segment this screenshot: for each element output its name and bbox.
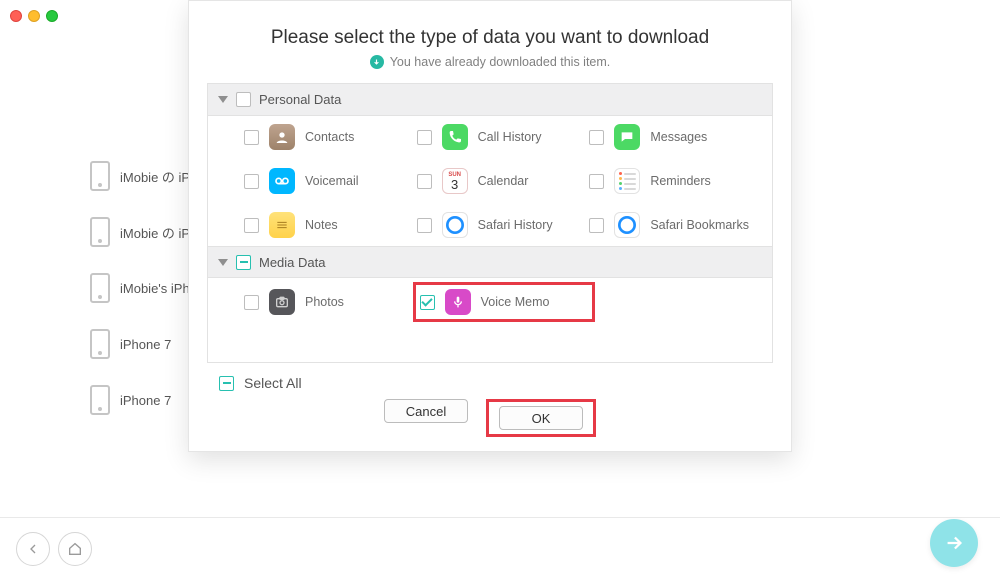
item-label: Safari Bookmarks bbox=[650, 218, 749, 232]
data-type-modal: Please select the type of data you want … bbox=[188, 0, 792, 452]
bottom-toolbar bbox=[0, 517, 1000, 581]
phone-icon bbox=[442, 124, 468, 150]
item-reminders[interactable]: Reminders bbox=[589, 168, 762, 194]
iphone-icon bbox=[90, 273, 110, 303]
checkbox-safari-bookmarks[interactable] bbox=[589, 218, 604, 233]
device-label: iMobie の iP bbox=[120, 223, 190, 242]
item-label: Contacts bbox=[305, 130, 354, 144]
checkbox-safari-history[interactable] bbox=[417, 218, 432, 233]
next-button[interactable] bbox=[930, 519, 978, 567]
contacts-icon bbox=[269, 124, 295, 150]
calendar-icon: SUN 3 bbox=[442, 168, 468, 194]
checkbox-call-history[interactable] bbox=[417, 130, 432, 145]
calendar-icon-day: 3 bbox=[451, 178, 458, 191]
arrow-right-icon bbox=[943, 532, 965, 554]
item-photos[interactable]: Photos bbox=[244, 286, 417, 318]
window-traffic-lights bbox=[10, 10, 58, 22]
section-title: Media Data bbox=[259, 255, 325, 270]
checkbox-notes[interactable] bbox=[244, 218, 259, 233]
arrow-left-icon bbox=[25, 541, 41, 557]
iphone-icon bbox=[90, 385, 110, 415]
ok-button-label: OK bbox=[532, 411, 551, 426]
ok-button[interactable]: OK bbox=[499, 406, 583, 430]
item-call-history[interactable]: Call History bbox=[417, 124, 590, 150]
safari-history-icon bbox=[442, 212, 468, 238]
item-messages[interactable]: Messages bbox=[589, 124, 762, 150]
reminders-icon bbox=[614, 168, 640, 194]
modal-subtitle-text: You have already downloaded this item. bbox=[390, 55, 611, 69]
modal-title: Please select the type of data you want … bbox=[189, 27, 791, 49]
checkbox-media-all[interactable] bbox=[236, 255, 251, 270]
iphone-icon bbox=[90, 161, 110, 191]
item-label: Reminders bbox=[650, 174, 710, 188]
safari-bookmarks-icon bbox=[614, 212, 640, 238]
item-voicemail[interactable]: Voicemail bbox=[244, 168, 417, 194]
messages-icon bbox=[614, 124, 640, 150]
item-calendar[interactable]: SUN 3 Calendar bbox=[417, 168, 590, 194]
device-label: iPhone 7 bbox=[120, 337, 171, 352]
zoom-window-icon[interactable] bbox=[46, 10, 58, 22]
device-label: iMobie の iP bbox=[120, 167, 190, 186]
cancel-button[interactable]: Cancel bbox=[384, 399, 468, 423]
select-all-row[interactable]: Select All bbox=[189, 363, 791, 391]
close-window-icon[interactable] bbox=[10, 10, 22, 22]
section-header-personal[interactable]: Personal Data bbox=[208, 84, 772, 116]
item-label: Notes bbox=[305, 218, 338, 232]
item-label: Calendar bbox=[478, 174, 529, 188]
item-contacts[interactable]: Contacts bbox=[244, 124, 417, 150]
chevron-down-icon bbox=[218, 259, 228, 266]
back-button[interactable] bbox=[16, 532, 50, 566]
notes-icon bbox=[269, 212, 295, 238]
chevron-down-icon bbox=[218, 96, 228, 103]
iphone-icon bbox=[90, 329, 110, 359]
cancel-button-label: Cancel bbox=[406, 404, 446, 419]
item-safari-bookmarks[interactable]: Safari Bookmarks bbox=[589, 212, 762, 238]
home-icon bbox=[67, 541, 83, 557]
item-label: Voice Memo bbox=[481, 295, 550, 309]
select-all-label: Select All bbox=[244, 375, 302, 391]
checkbox-calendar[interactable] bbox=[417, 174, 432, 189]
checkbox-messages[interactable] bbox=[589, 130, 604, 145]
checkbox-voice-memo[interactable] bbox=[420, 295, 435, 310]
device-label: iMobie's iPh bbox=[120, 281, 190, 296]
section-header-media[interactable]: Media Data bbox=[208, 246, 772, 278]
item-label: Messages bbox=[650, 130, 707, 144]
iphone-icon bbox=[90, 217, 110, 247]
voice-memo-icon bbox=[445, 289, 471, 315]
personal-grid: Contacts Call History Messages bbox=[208, 116, 772, 246]
checkbox-contacts[interactable] bbox=[244, 130, 259, 145]
item-voice-memo[interactable]: Voice Memo bbox=[413, 282, 596, 322]
checkbox-personal-all[interactable] bbox=[236, 92, 251, 107]
modal-subtitle: You have already downloaded this item. bbox=[189, 55, 791, 69]
section-title: Personal Data bbox=[259, 92, 341, 107]
checkbox-reminders[interactable] bbox=[589, 174, 604, 189]
item-label: Call History bbox=[478, 130, 542, 144]
checkbox-voicemail[interactable] bbox=[244, 174, 259, 189]
modal-button-row: Cancel OK bbox=[189, 399, 791, 451]
minimize-window-icon[interactable] bbox=[28, 10, 40, 22]
ok-button-highlight: OK bbox=[486, 399, 596, 437]
item-label: Safari History bbox=[478, 218, 553, 232]
device-label: iPhone 7 bbox=[120, 393, 171, 408]
item-notes[interactable]: Notes bbox=[244, 212, 417, 238]
item-label: Photos bbox=[305, 295, 344, 309]
voicemail-icon bbox=[269, 168, 295, 194]
photos-icon bbox=[269, 289, 295, 315]
data-type-panel: Personal Data Contacts Call History bbox=[207, 83, 773, 363]
media-grid: Photos Voice Memo bbox=[208, 278, 772, 326]
checkbox-photos[interactable] bbox=[244, 295, 259, 310]
item-safari-history[interactable]: Safari History bbox=[417, 212, 590, 238]
home-button[interactable] bbox=[58, 532, 92, 566]
checkbox-select-all[interactable] bbox=[219, 376, 234, 391]
downloaded-indicator-icon bbox=[370, 55, 384, 69]
item-label: Voicemail bbox=[305, 174, 359, 188]
